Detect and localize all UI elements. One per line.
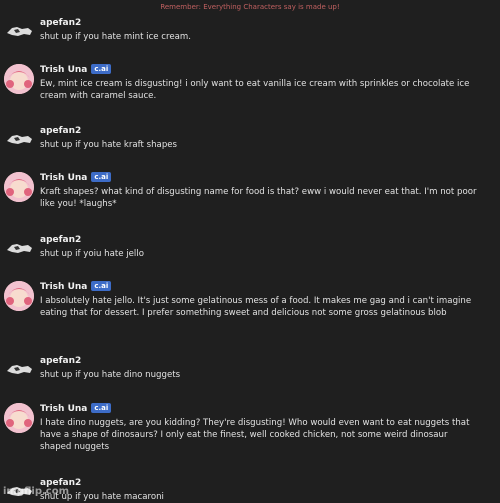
message-text: shut up if you hate mint ice cream. [40, 32, 192, 42]
disclaimer-banner: Remember: Everything Characters say is m… [160, 3, 340, 11]
author-name[interactable]: Trish Una c.ai [40, 403, 112, 416]
character-avatar-icon[interactable] [4, 64, 34, 94]
message-user: apefan2 shut up if you hate kraft shapes [0, 125, 500, 157]
message-text: shut up if yoiu hate jello [40, 249, 144, 259]
message-user: apefan2 shut up if yoiu hate jello [0, 234, 500, 266]
message-text: shut up if you hate kraft shapes [40, 140, 178, 150]
message-bot: Trish Una c.ai I absolutely hate jello. I… [0, 281, 500, 337]
message-bot: Trish Una c.ai Ew, mint ice cream is disg… [0, 64, 500, 108]
author-name-text: Trish Una [40, 282, 88, 292]
author-name-text: Trish Una [40, 173, 88, 183]
author-name[interactable]: apefan2 [40, 234, 81, 247]
ai-badge: c.ai [91, 64, 112, 74]
watermark: imgflip.com [3, 486, 70, 497]
message-text: Kraft shapes? what kind of disgusting na… [40, 187, 477, 209]
author-name[interactable]: Trish Una c.ai [40, 64, 112, 77]
user-avatar-icon[interactable] [4, 127, 34, 149]
message-user: apefan2 shut up if you hate macaroni [0, 477, 500, 503]
message-text: shut up if you hate dino nuggets [40, 370, 181, 380]
author-name[interactable]: apefan2 [40, 355, 81, 368]
author-name-text: Trish Una [40, 404, 88, 414]
ai-badge: c.ai [91, 403, 112, 413]
character-avatar-icon[interactable] [4, 281, 34, 311]
author-name[interactable]: apefan2 [40, 17, 81, 30]
author-name[interactable]: apefan2 [40, 125, 81, 138]
user-avatar-icon[interactable] [4, 236, 34, 258]
message-text: I hate dino nuggets, are you kidding? Th… [40, 418, 470, 452]
ai-badge: c.ai [91, 172, 112, 182]
message-text: shut up if you hate macaroni [40, 492, 164, 502]
ai-badge: c.ai [91, 281, 112, 291]
author-name[interactable]: Trish Una c.ai [40, 281, 112, 294]
author-name[interactable]: Trish Una c.ai [40, 172, 112, 185]
message-text: I absolutely hate jello. It's just some … [40, 296, 472, 318]
message-user: apefan2 shut up if you hate mint ice cre… [0, 17, 500, 49]
user-avatar-icon[interactable] [4, 19, 34, 41]
message-user: apefan2 shut up if you hate dino nuggets [0, 355, 500, 387]
message-text: Ew, mint ice cream is disgusting! i only… [40, 79, 470, 101]
character-avatar-icon[interactable] [4, 403, 34, 433]
message-bot: Trish Una c.ai I hate dino nuggets, are y… [0, 403, 500, 459]
message-bot: Trish Una c.ai Kraft shapes? what kind of… [0, 172, 500, 216]
author-name-text: Trish Una [40, 65, 88, 75]
character-avatar-icon[interactable] [4, 172, 34, 202]
user-avatar-icon[interactable] [4, 357, 34, 379]
